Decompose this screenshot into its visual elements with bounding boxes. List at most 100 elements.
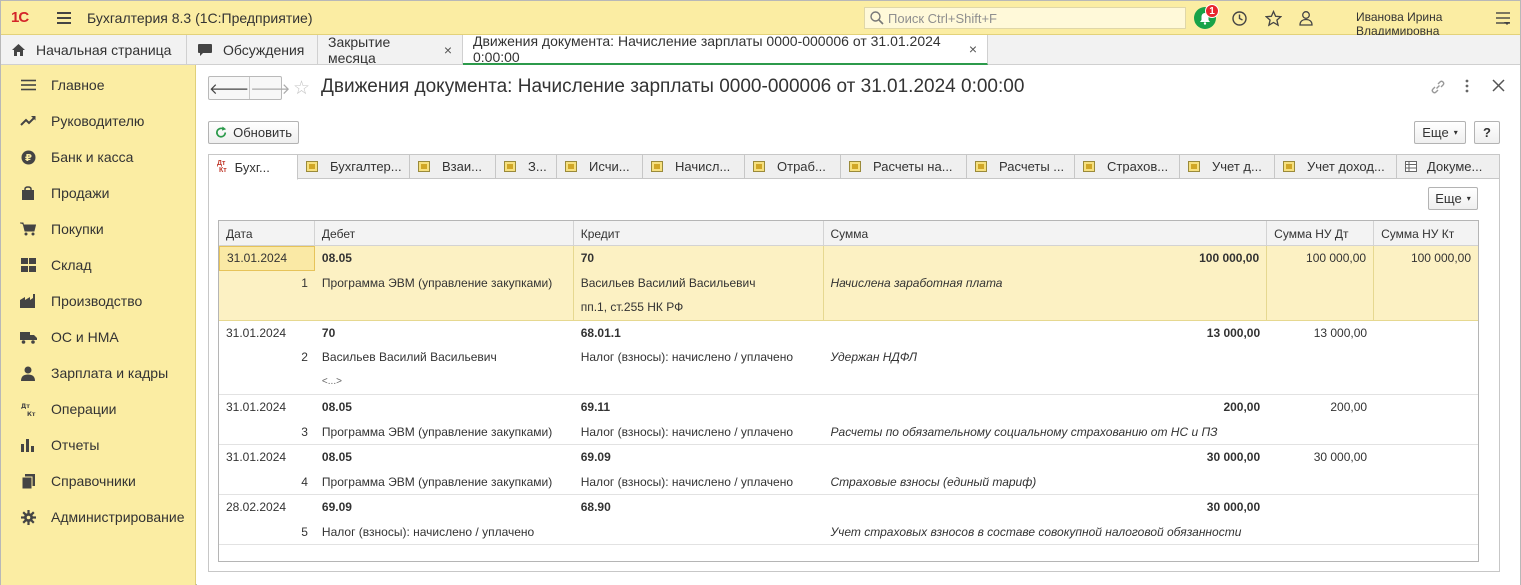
settings-menu-icon[interactable]	[1493, 8, 1513, 28]
cell-tax-credit[interactable]: 100 000,00	[1374, 246, 1478, 271]
cell-sum[interactable]: 30 000,00	[824, 445, 1268, 470]
close-icon[interactable]: ×	[969, 41, 977, 57]
cell-debit-account[interactable]: 70	[315, 321, 574, 346]
cell-debit-subconto[interactable]: Программа ЭВМ (управление закупками)	[315, 470, 574, 495]
tab-register-0[interactable]: Дт Кт Бухг...	[208, 154, 298, 180]
table-row[interactable]: 31.01.2024 08.05 69.11 200,00 200,00 3 П…	[219, 395, 1478, 445]
column-header-debit[interactable]: Дебет	[315, 221, 574, 246]
cell-tax-debit[interactable]: 100 000,00	[1267, 246, 1375, 271]
sidebar-item-manager[interactable]: Руководителю	[1, 103, 195, 139]
column-header-sum[interactable]: Сумма	[824, 221, 1268, 246]
tab-register-11[interactable]: Учет доход...	[1275, 154, 1397, 179]
tab-register-5[interactable]: Начисл...	[643, 154, 745, 179]
cell-debit-subconto[interactable]: Программа ЭВМ (управление закупками)	[315, 420, 574, 445]
cell-tax-debit[interactable]: 13 000,00	[1267, 321, 1374, 346]
tab-register-12[interactable]: Докуме...	[1397, 154, 1500, 179]
table-row[interactable]: 31.01.2024 08.05 69.09 30 000,00 30 000,…	[219, 445, 1478, 495]
cell-credit-subconto[interactable]: Налог (взносы): начислено / уплачено	[574, 420, 824, 445]
search-box[interactable]	[864, 7, 1186, 29]
tab-document-movements[interactable]: Движения документа: Начисление зарплаты …	[463, 33, 988, 65]
sidebar-item-fixed-assets[interactable]: ОС и НМА	[1, 319, 195, 355]
cell-sum[interactable]: 100 000,00	[824, 246, 1268, 271]
cell-date[interactable]: 31.01.2024	[219, 395, 315, 420]
sidebar-item-references[interactable]: Справочники	[1, 463, 195, 499]
cell-debit-subconto[interactable]: Налог (взносы): начислено / уплачено	[315, 520, 574, 545]
tab-register-4[interactable]: Исчи...	[557, 154, 643, 179]
table-row[interactable]: 28.02.2024 69.09 68.90 30 000,00 5 Налог…	[219, 495, 1478, 545]
close-icon[interactable]: ×	[444, 42, 452, 58]
cell-content[interactable]: Расчеты по обязательному социальному стр…	[824, 420, 1268, 445]
cell-date[interactable]: 31.01.2024	[219, 321, 315, 346]
sidebar-item-production[interactable]: Производство	[1, 283, 195, 319]
column-header-tax-debit[interactable]: Сумма НУ Дт	[1267, 221, 1375, 246]
back-arrow-icon[interactable]: 🡐	[209, 77, 251, 99]
cell-debit-account[interactable]: 08.05	[315, 246, 574, 271]
cell-tax-credit[interactable]	[1374, 445, 1478, 470]
sidebar-item-main[interactable]: Главное	[1, 67, 195, 103]
cell-content[interactable]: Страховые взносы (единый тариф)	[824, 470, 1268, 495]
tab-register-2[interactable]: Взаи...	[410, 154, 496, 179]
column-header-tax-credit[interactable]: Сумма НУ Кт	[1374, 221, 1478, 246]
sidebar-item-sales[interactable]: Продажи	[1, 175, 195, 211]
tab-register-6[interactable]: Отраб...	[745, 154, 841, 179]
sidebar-item-salary[interactable]: Зарплата и кадры	[1, 355, 195, 391]
table-more-button[interactable]: Еще ▾	[1428, 187, 1478, 210]
cell-debit-subconto[interactable]: Васильев Василий Васильевич	[315, 345, 574, 370]
refresh-button[interactable]: Обновить	[208, 121, 299, 144]
cell-tax-debit[interactable]: 200,00	[1267, 395, 1374, 420]
cell-credit-account[interactable]: 69.11	[574, 395, 824, 420]
cell-debit-account[interactable]: 08.05	[315, 445, 574, 470]
tab-home[interactable]: Начальная страница	[1, 35, 187, 64]
tab-month-close[interactable]: Закрытие месяца ×	[318, 34, 463, 66]
tab-register-9[interactable]: Страхов...	[1075, 154, 1180, 179]
cell-tax-credit[interactable]	[1374, 395, 1478, 420]
cell-tax-credit[interactable]	[1374, 321, 1478, 346]
table-row[interactable]: 31.01.2024 70 68.01.1 13 000,00 13 000,0…	[219, 321, 1478, 395]
cell-credit-subconto[interactable]: пп.1, ст.255 НК РФ	[574, 295, 824, 320]
sidebar-item-reports[interactable]: Отчеты	[1, 427, 195, 463]
cell-debit-subconto[interactable]: Программа ЭВМ (управление закупками)	[315, 270, 574, 295]
sidebar-item-warehouse[interactable]: Склад	[1, 247, 195, 283]
cell-date[interactable]: 31.01.2024	[219, 246, 315, 271]
cell-date[interactable]: 28.02.2024	[219, 495, 315, 520]
more-button[interactable]: Еще ▾	[1414, 121, 1466, 144]
tab-discussions[interactable]: Обсуждения	[187, 35, 318, 64]
sidebar-item-purchases[interactable]: Покупки	[1, 211, 195, 247]
cell-credit-subconto[interactable]: Налог (взносы): начислено / уплачено	[574, 470, 824, 495]
favorites-star-icon[interactable]	[1263, 8, 1283, 28]
sidebar-item-operations[interactable]: Дт Кт Операции	[1, 391, 195, 427]
cell-date[interactable]: 31.01.2024	[219, 445, 315, 470]
close-form-icon[interactable]	[1492, 79, 1505, 96]
forward-arrow-icon[interactable]: 🡒	[250, 77, 290, 99]
favorite-star-icon[interactable]: ☆	[293, 77, 310, 100]
cell-content[interactable]: Удержан НДФЛ	[824, 345, 1268, 370]
cell-sum[interactable]: 30 000,00	[824, 495, 1268, 520]
link-icon[interactable]	[1430, 79, 1446, 99]
tab-register-1[interactable]: Бухгалтер...	[298, 154, 410, 179]
cell-debit-account[interactable]: 08.05	[315, 395, 574, 420]
column-header-credit[interactable]: Кредит	[574, 221, 824, 246]
cell-content[interactable]: Начислена заработная плата	[824, 270, 1268, 295]
tab-register-10[interactable]: Учет д...	[1180, 154, 1275, 179]
cell-tax-debit[interactable]: 30 000,00	[1267, 445, 1374, 470]
cell-credit-account[interactable]: 70	[574, 246, 824, 271]
sidebar-item-bank[interactable]: ₽ Банк и касса	[1, 139, 195, 175]
cell-credit-subconto[interactable]: Васильев Василий Васильевич	[574, 270, 824, 295]
cell-credit-account[interactable]: 68.90	[574, 495, 824, 520]
cell-sum[interactable]: 200,00	[824, 395, 1268, 420]
cell-credit-subconto[interactable]: Налог (взносы): начислено / уплачено	[574, 345, 824, 370]
cell-credit-account[interactable]: 68.01.1	[574, 321, 824, 346]
cell-sum[interactable]: 13 000,00	[824, 321, 1268, 346]
cell-credit-account[interactable]: 69.09	[574, 445, 824, 470]
cell-debit-subconto[interactable]: <...>	[315, 370, 574, 395]
table-row[interactable]: 31.01.2024 08.05 70 100 000,00 100 000,0…	[219, 246, 1478, 321]
tab-register-3[interactable]: З...	[496, 154, 557, 179]
cell-debit-account[interactable]: 69.09	[315, 495, 574, 520]
users-icon[interactable]	[1297, 8, 1317, 28]
history-icon[interactable]	[1229, 8, 1249, 28]
tab-register-7[interactable]: Расчеты на...	[841, 154, 967, 179]
search-input[interactable]	[888, 10, 1178, 26]
column-header-date[interactable]: Дата	[219, 221, 315, 246]
sidebar-item-administration[interactable]: Администрирование	[1, 499, 195, 535]
main-menu-icon[interactable]	[57, 11, 71, 24]
